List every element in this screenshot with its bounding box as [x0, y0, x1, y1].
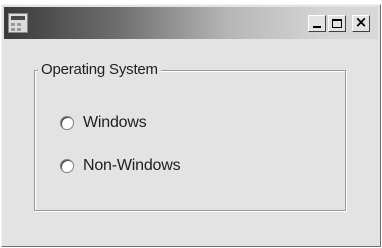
app-icon-cell: [17, 28, 21, 31]
operating-system-groupbox: [34, 70, 346, 211]
title-bar[interactable]: ×: [4, 7, 378, 39]
maximize-button[interactable]: [328, 15, 346, 32]
maximize-icon: [332, 19, 342, 28]
groupbox-label: Operating System: [38, 61, 161, 79]
radio-windows-label[interactable]: Windows: [83, 113, 147, 133]
application-icon[interactable]: [8, 13, 28, 33]
app-icon-cell: [11, 23, 15, 26]
minimize-icon: [313, 26, 321, 28]
app-icon-cell: [17, 23, 21, 26]
radio-button-circle[interactable]: [60, 159, 74, 173]
app-icon-cell: [11, 28, 15, 31]
minimize-button[interactable]: [308, 15, 326, 32]
close-icon: ×: [354, 13, 368, 31]
close-button[interactable]: ×: [352, 13, 370, 32]
app-icon-header-bar: [11, 16, 25, 20]
radio-button-circle[interactable]: [60, 116, 74, 130]
radio-non-windows-label[interactable]: Non-Windows: [83, 156, 181, 176]
